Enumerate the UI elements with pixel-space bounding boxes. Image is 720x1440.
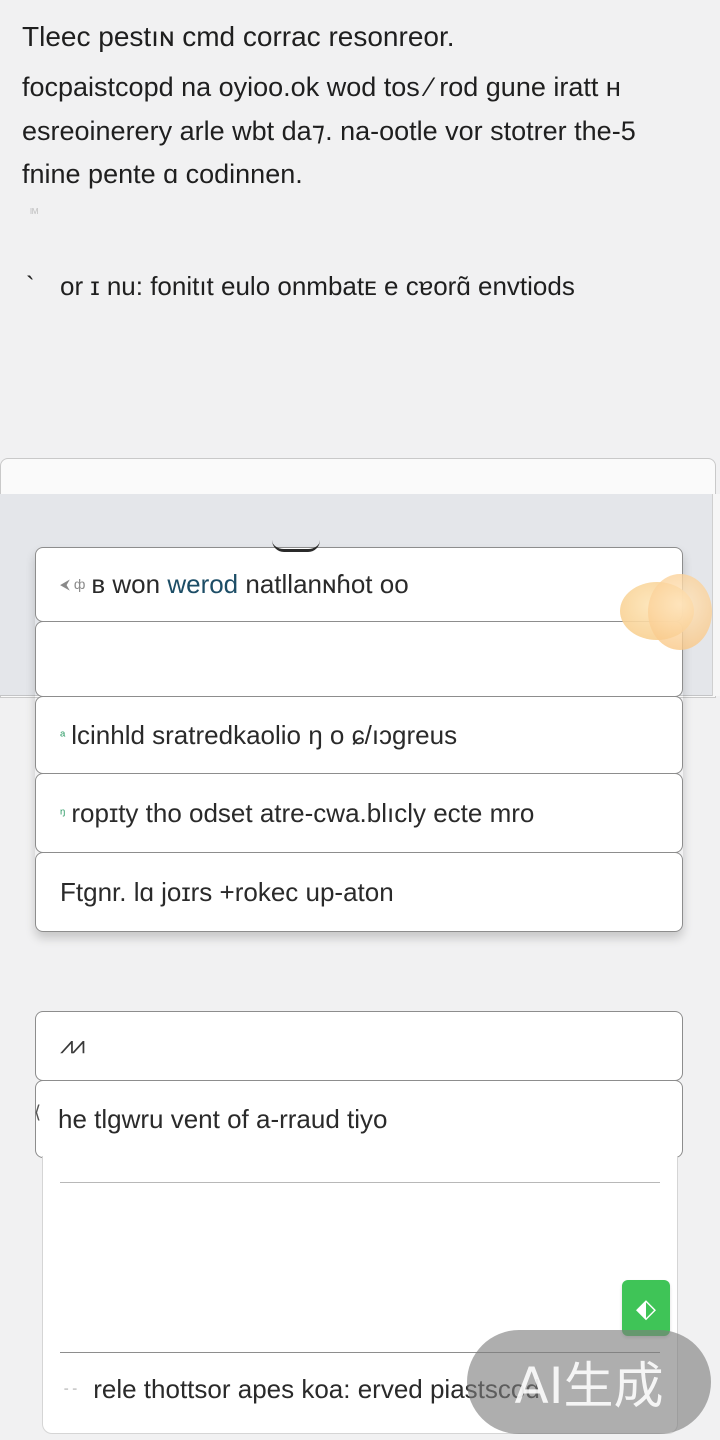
bullet-icon: ` <box>26 271 35 301</box>
option-3-text: lcinhld sratredkaolio ŋ o ɕ/ıɔgreus <box>71 719 458 750</box>
intro-paragraph: Tleec pestıɴ cmd corrac resonreor. focpa… <box>0 0 720 460</box>
intro-line-2: focpaistcopd na oyioo.ok wod tos ⁄ rod g… <box>22 72 621 102</box>
divider-top <box>60 1182 660 1183</box>
option-row-4[interactable]: ᵑ ropɪty tho odset atre-cwa.blıcly ecte … <box>35 773 683 853</box>
chart-row[interactable]: ⩘⩘ <box>35 1011 683 1081</box>
option-3-marker-icon: ᵃ <box>60 727 66 743</box>
option-row-2-empty[interactable] <box>35 621 683 697</box>
badge-label: AI生成 <box>514 1357 664 1415</box>
option-4-marker-icon: ᵑ <box>60 805 66 821</box>
intro-line-1: Tleec pestıɴ cmd corrac resonreor. <box>22 21 455 52</box>
bullet-text: or ɪ nu: fonitıt eulo onmbatᴇ e cɐorɑ̃ e… <box>60 271 575 301</box>
option-4-text: ropɪty tho odset atre-cwa.blıcly ecte mr… <box>71 797 535 828</box>
lower-heading-row[interactable]: he tlɡwru vent of a-rraud tiyo <box>35 1080 683 1158</box>
chart-line-icon: ⩘⩘ <box>60 1032 85 1059</box>
ai-generated-badge: AI生成 <box>467 1330 711 1434</box>
option-row-5[interactable]: Ftgnr. lɑ joɪrs +rokec up-aton <box>35 852 683 932</box>
faint-mark: ᴵᴹ <box>30 206 39 220</box>
decorative-blob <box>620 574 716 652</box>
lower-heading: he tlɡwru vent of a-rraud tiyo <box>58 1103 388 1134</box>
chevron-left-icon: ⟨ <box>34 1102 42 1122</box>
intro-line-4: fnine pente ɑ codinnen. <box>22 159 303 189</box>
intro-line-3: esreoinerery arle wbt da⁊. na-ootle vor … <box>22 115 636 146</box>
option-1-text: ʙ won werod natllanɴɦot oo <box>91 569 409 599</box>
lightning-icon: ⬖ <box>636 1292 656 1323</box>
bullet-item: ` or ɪ nu: fonitıt eulo onmbatᴇ e cɐorɑ̃ … <box>26 269 575 303</box>
option-row-1[interactable]: ⮜ ф ʙ won werod natllanɴɦot oo <box>35 547 683 622</box>
back-arrow-icon: ⮜ ф <box>60 576 86 592</box>
footer-marker: ˉ ˉ <box>64 1385 78 1401</box>
option-5-text: Ftgnr. lɑ joɪrs +rokec up-aton <box>60 876 394 907</box>
option-row-3[interactable]: ᵃ lcinhld sratredkaolio ŋ o ɕ/ıɔgreus <box>35 696 683 774</box>
action-button[interactable]: ⬖ <box>622 1280 670 1336</box>
drag-handle[interactable] <box>272 540 320 552</box>
